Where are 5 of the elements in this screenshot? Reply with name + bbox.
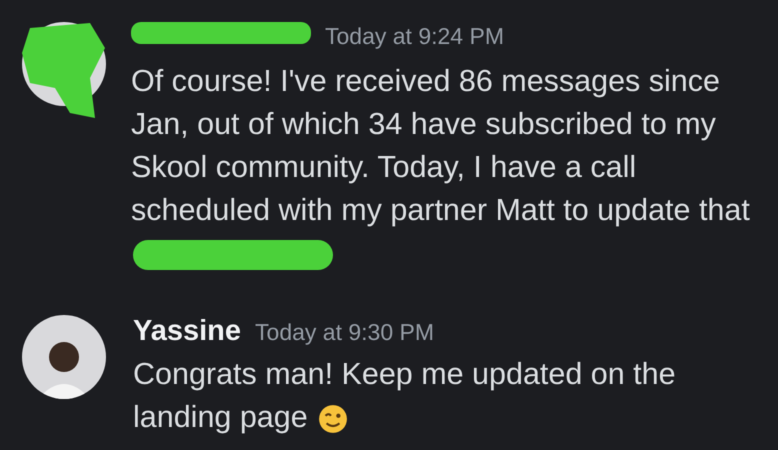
message-text: Congrats man! Keep me updated on the landing page (133, 356, 677, 436)
message-text: Of course! I've received 86 messages since Jan, out of which 34 have subscribed to my Skool community. Today, I have a call scheduled with my partner Matt to update that (131, 60, 756, 275)
timestamp: Today at 9:24 PM (325, 23, 504, 50)
timestamp: Today at 9:30 PM (255, 319, 434, 346)
author-name[interactable]: Yassine (133, 315, 242, 348)
